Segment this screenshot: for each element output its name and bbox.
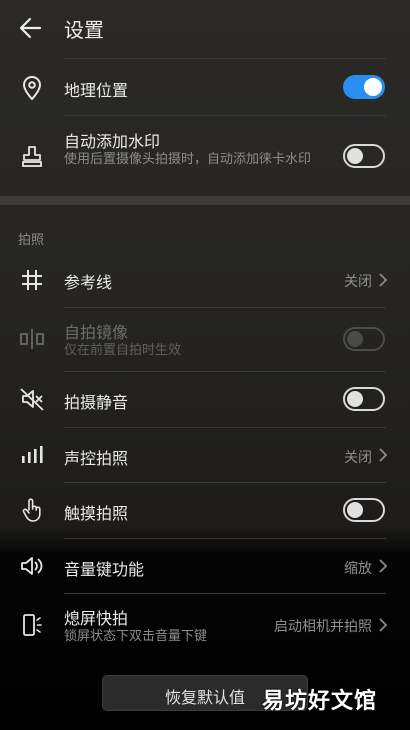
- setting-value: 启动相机并拍照: [274, 619, 372, 635]
- location-toggle[interactable]: [343, 75, 385, 99]
- grid-hash-icon: [18, 266, 46, 294]
- chevron-right-icon: [378, 617, 388, 633]
- toggle-knob: [347, 148, 363, 164]
- chevron-right-icon: [378, 272, 388, 288]
- speaker-muted-icon: [18, 385, 46, 413]
- phone-vibrate-icon: [18, 611, 46, 639]
- setting-location[interactable]: 地理位置: [0, 58, 410, 115]
- touch-toggle[interactable]: [343, 498, 385, 522]
- setting-label: 声控拍照: [64, 449, 129, 468]
- setting-volume-key[interactable]: 音量键功能 缩放: [0, 538, 410, 593]
- row-divider: [64, 427, 386, 428]
- setting-mute-shutter[interactable]: 拍摄静音: [0, 371, 410, 427]
- setting-auto-watermark[interactable]: 自动添加水印 使用后置摄像头拍摄时，自动添加徕卡水印: [0, 115, 410, 195]
- setting-label: 音量键功能: [64, 560, 145, 579]
- chevron-right-icon: [378, 447, 388, 463]
- setting-label: 参考线: [64, 273, 113, 292]
- toggle-knob: [364, 78, 382, 96]
- setting-value: 关闭: [344, 450, 372, 466]
- mute-toggle[interactable]: [343, 387, 385, 411]
- watermark-toggle[interactable]: [343, 144, 385, 168]
- chevron-right-icon: [378, 558, 388, 574]
- stamp-icon: [18, 143, 46, 171]
- site-watermark: 易坊好文馆: [262, 689, 378, 714]
- settings-screen: 设置 地理位置 自动添加水印 使用后置摄像头拍摄时，自动添加徕卡水印 拍照 参考…: [0, 0, 410, 730]
- row-divider: [64, 371, 386, 372]
- section-separator: [0, 196, 410, 205]
- row-divider: [64, 115, 386, 116]
- row-divider: [64, 482, 386, 483]
- mirror-icon: [18, 325, 46, 353]
- setting-label: 地理位置: [64, 81, 129, 100]
- arrow-left-icon: [19, 17, 42, 39]
- row-divider: [64, 307, 386, 308]
- setting-value: 关闭: [344, 274, 372, 290]
- setting-value: 缩放: [344, 561, 372, 577]
- page-title: 设置: [64, 18, 104, 42]
- setting-gridlines[interactable]: 参考线 关闭: [0, 252, 410, 307]
- signal-bars-icon: [18, 441, 46, 469]
- speaker-icon: [18, 552, 46, 580]
- setting-description: 使用后置摄像头拍摄时，自动添加徕卡水印: [64, 152, 312, 167]
- toggle-knob: [347, 391, 363, 407]
- setting-label: 拍摄静音: [64, 393, 129, 412]
- setting-touch-capture[interactable]: 触摸拍照: [0, 482, 410, 538]
- section-title-photo: 拍照: [18, 233, 45, 248]
- setting-label: 自动添加水印: [64, 132, 161, 151]
- location-pin-icon: [18, 74, 46, 102]
- row-divider: [64, 538, 386, 539]
- row-divider: [64, 58, 386, 59]
- setting-quick-snap[interactable]: 熄屏快拍 锁屏状态下双击音量下键 启动相机并拍照: [0, 593, 410, 655]
- setting-label: 触摸拍照: [64, 504, 129, 523]
- mirror-toggle: [343, 327, 385, 351]
- hand-pointer-icon: [18, 496, 46, 524]
- setting-label: 自拍镜像: [64, 323, 129, 342]
- setting-description: 仅在前置自拍时生效: [64, 343, 182, 358]
- toggle-knob: [347, 502, 363, 518]
- setting-selfie-mirror: 自拍镜像 仅在前置自拍时生效: [0, 307, 410, 371]
- header: 设置: [0, 0, 410, 58]
- setting-label: 熄屏快拍: [64, 609, 129, 628]
- row-divider: [64, 593, 386, 594]
- setting-voice-capture[interactable]: 声控拍照 关闭: [0, 427, 410, 482]
- back-button[interactable]: [14, 12, 50, 44]
- toggle-knob: [347, 331, 363, 347]
